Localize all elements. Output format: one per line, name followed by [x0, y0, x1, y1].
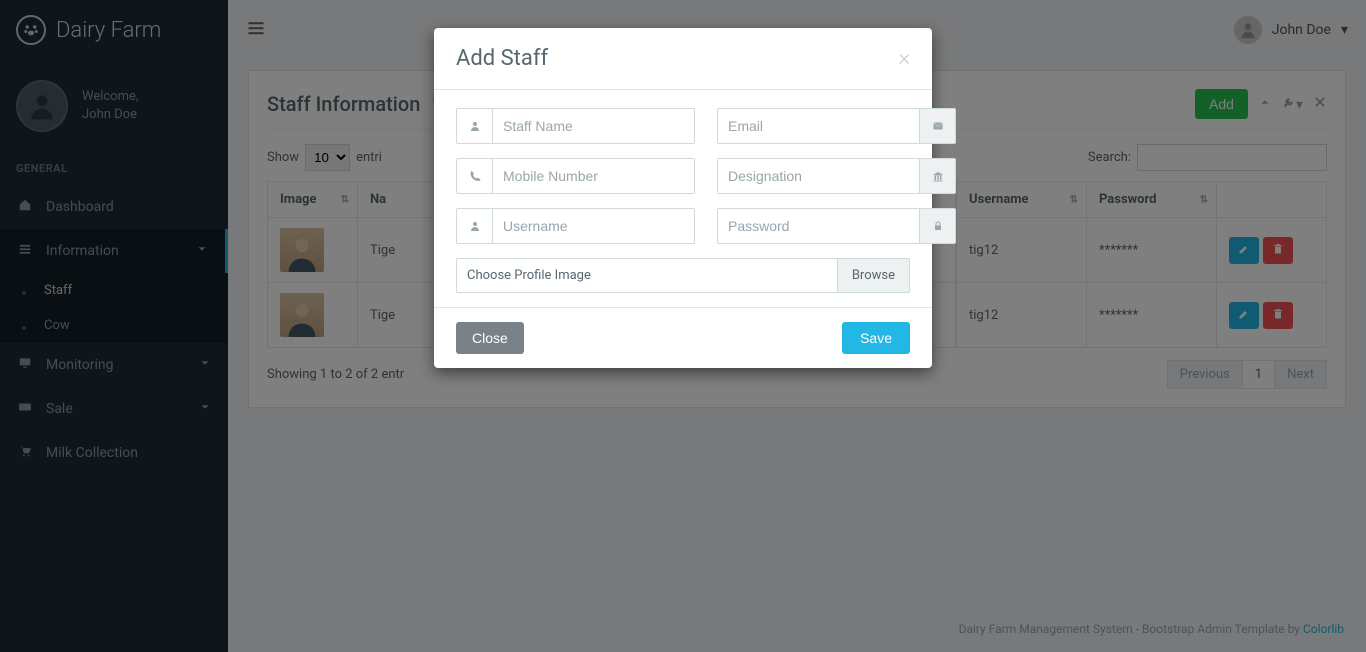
browse-button[interactable]: Browse — [837, 259, 909, 292]
file-label: Choose Profile Image — [457, 259, 837, 292]
building-icon — [919, 159, 955, 193]
modal-close-icon[interactable]: × — [898, 46, 910, 71]
field-username — [456, 208, 695, 244]
save-button[interactable]: Save — [842, 322, 910, 354]
lock-icon — [919, 209, 955, 243]
field-designation — [717, 158, 956, 194]
username-input[interactable] — [493, 209, 694, 243]
designation-input[interactable] — [718, 159, 919, 193]
field-profile-image[interactable]: Choose Profile Image Browse — [456, 258, 910, 293]
staff-name-input[interactable] — [493, 109, 694, 143]
phone-icon — [457, 159, 493, 193]
user-icon — [457, 109, 493, 143]
user-icon — [457, 209, 493, 243]
password-input[interactable] — [718, 209, 919, 243]
email-input[interactable] — [718, 109, 919, 143]
field-email — [717, 108, 956, 144]
close-button[interactable]: Close — [456, 322, 524, 354]
modal-title: Add Staff — [456, 46, 548, 71]
field-password — [717, 208, 956, 244]
field-staff-name — [456, 108, 695, 144]
field-mobile — [456, 158, 695, 194]
mobile-input[interactable] — [493, 159, 694, 193]
add-staff-modal: Add Staff × — [434, 28, 932, 368]
envelope-icon — [919, 109, 955, 143]
